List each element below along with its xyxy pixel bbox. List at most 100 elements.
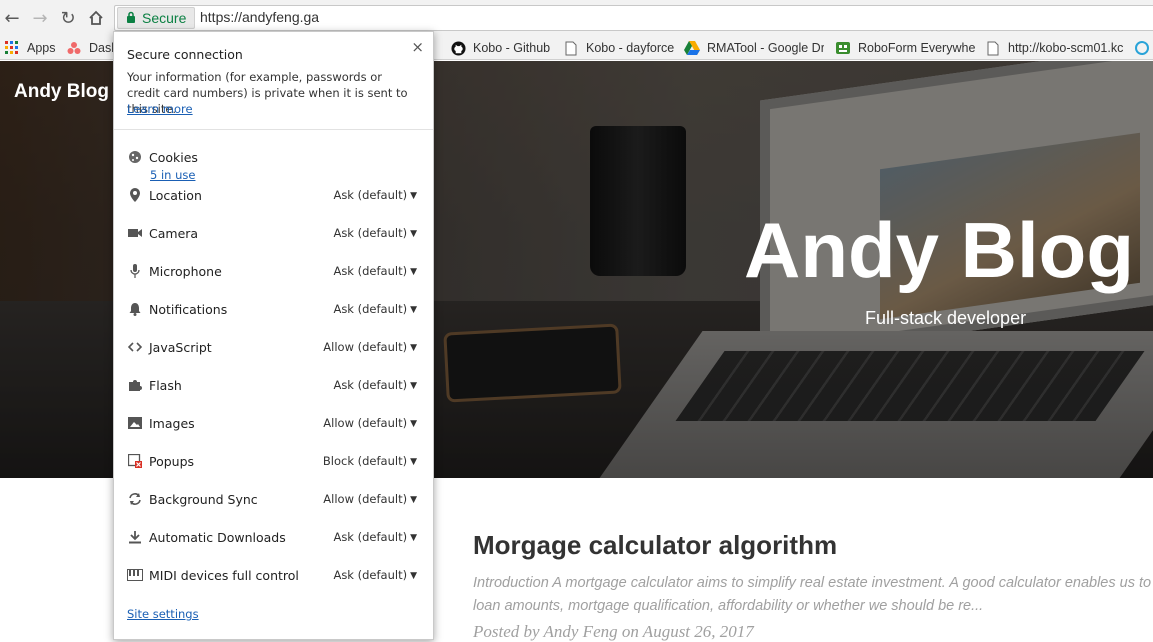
permission-select[interactable]: Ask (default) ▼ [333, 568, 417, 582]
permission-cookies: Cookies [127, 148, 417, 168]
cookie-icon [127, 149, 143, 165]
dropdown-caret-icon: ▼ [410, 571, 417, 581]
permission-label: Location [149, 188, 202, 203]
post-meta: Posted by Andy Feng on August 26, 2017 [473, 622, 754, 641]
google-drive-icon [684, 40, 700, 56]
asana-icon [66, 40, 82, 56]
permission-value: Ask (default) [333, 188, 408, 202]
puzzle-icon [127, 377, 143, 393]
permission-value: Ask (default) [333, 264, 408, 278]
dropdown-caret-icon: ▼ [410, 533, 417, 543]
permission-label: Notifications [149, 302, 228, 317]
bookmark-overflow[interactable] [1134, 39, 1152, 57]
permission-automatic-downloads: Automatic Downloads Ask (default) ▼ [127, 528, 417, 548]
permission-flash: Flash Ask (default) ▼ [127, 376, 417, 396]
cookies-in-use-link[interactable]: 5 in use [150, 168, 195, 182]
bookmark-label: Dash [89, 41, 114, 55]
permission-label: Background Sync [149, 492, 258, 507]
post-excerpt-line: Introduction A mortgage calculator aims … [473, 575, 1153, 591]
home-icon[interactable] [84, 6, 108, 30]
hero-title: Andy Blog [744, 206, 1134, 294]
permission-location: Location Ask (default) ▼ [127, 186, 417, 206]
permission-value: Ask (default) [333, 568, 408, 582]
reload-icon[interactable]: ↻ [56, 6, 80, 30]
permission-select[interactable]: Ask (default) ▼ [333, 188, 417, 202]
bookmark-kobo-dayforce[interactable]: Kobo - dayforce [563, 39, 674, 57]
bookmark-label: Apps [27, 41, 56, 55]
bookmark-kobo-github[interactable]: Kobo - Github [450, 39, 550, 57]
bookmark-roboform[interactable]: RoboForm Everywher [835, 39, 975, 57]
learn-more-link[interactable]: Learn more [127, 102, 193, 116]
microphone-icon [127, 263, 143, 279]
permission-label: MIDI devices full control [149, 568, 299, 583]
bookmark-label: RoboForm Everywher [858, 41, 975, 55]
page-icon [985, 40, 1001, 56]
post-excerpt: Introduction A mortgage calculator aims … [473, 572, 1153, 618]
bookmark-apps[interactable]: Apps [4, 39, 56, 57]
address-bar[interactable]: Secure https://andyfeng.ga [114, 5, 1153, 31]
permission-value: Ask (default) [333, 226, 408, 240]
hero-subtitle: Full-stack developer [865, 308, 1027, 328]
apps-grid-icon [4, 40, 20, 56]
permission-select[interactable]: Ask (default) ▼ [333, 264, 417, 278]
post-excerpt-line: loan amounts, mortgage qualification, af… [473, 598, 984, 614]
download-icon [127, 529, 143, 545]
close-icon[interactable]: × [411, 38, 424, 56]
github-icon [450, 40, 466, 56]
permission-select[interactable]: Ask (default) ▼ [333, 302, 417, 316]
permission-value: Ask (default) [333, 530, 408, 544]
forward-arrow-icon[interactable]: → [28, 6, 52, 30]
post-title[interactable]: Morgage calculator algorithm [473, 530, 837, 561]
permission-select[interactable]: Ask (default) ▼ [333, 530, 417, 544]
permission-label: JavaScript [149, 340, 212, 355]
bookmark-rmatool[interactable]: RMATool - Google Dr [684, 39, 824, 57]
bookmark-label: RMATool - Google Dr [707, 41, 824, 55]
permission-select[interactable]: Allow (default) ▼ [323, 492, 417, 506]
dropdown-caret-icon: ▼ [410, 495, 417, 505]
permission-label: Camera [149, 226, 199, 241]
permission-label: Cookies [149, 150, 198, 165]
permission-label: Images [149, 416, 195, 431]
permission-notifications: Notifications Ask (default) ▼ [127, 300, 417, 320]
permission-label: Automatic Downloads [149, 530, 286, 545]
permission-label: Popups [149, 454, 195, 469]
permission-select[interactable]: Allow (default) ▼ [323, 416, 417, 430]
camera-icon [127, 225, 143, 241]
bell-icon [127, 301, 143, 317]
permission-label: Microphone [149, 264, 222, 279]
location-pin-icon [127, 187, 143, 203]
site-brand[interactable]: Andy Blog [14, 81, 109, 103]
divider [114, 129, 433, 130]
image-icon [127, 415, 143, 431]
bookmark-kobo-scm[interactable]: http://kobo-scm01.kc [985, 39, 1125, 57]
site-settings-link[interactable]: Site settings [127, 607, 199, 621]
permission-javascript: JavaScript Allow (default) ▼ [127, 338, 417, 358]
popup-heading: Secure connection [127, 47, 243, 62]
permission-select[interactable]: Allow (default) ▼ [323, 340, 417, 354]
url-text[interactable]: https://andyfeng.ga [200, 9, 319, 25]
permission-value: Ask (default) [333, 378, 408, 392]
back-arrow-icon[interactable]: ← [0, 6, 24, 30]
permission-camera: Camera Ask (default) ▼ [127, 224, 417, 244]
dropdown-caret-icon: ▼ [410, 457, 417, 467]
permission-select[interactable]: Ask (default) ▼ [333, 378, 417, 392]
popup-blocked-icon [127, 453, 143, 469]
permission-value: Allow (default) [323, 416, 408, 430]
permission-popups: Popups Block (default) ▼ [127, 452, 417, 472]
permission-select[interactable]: Ask (default) ▼ [333, 226, 417, 240]
permission-images: Images Allow (default) ▼ [127, 414, 417, 434]
bookmark-dash[interactable]: Dash [66, 39, 114, 57]
bookmark-label: Kobo - Github [473, 41, 551, 55]
bookmark-label: Kobo - dayforce [586, 41, 675, 55]
secure-chip[interactable]: Secure [117, 7, 196, 29]
permission-select[interactable]: Block (default) ▼ [323, 454, 417, 468]
sync-icon [127, 491, 143, 507]
dropdown-caret-icon: ▼ [410, 343, 417, 353]
permission-microphone: Microphone Ask (default) ▼ [127, 262, 417, 282]
dropdown-caret-icon: ▼ [410, 267, 417, 277]
permission-value: Ask (default) [333, 302, 408, 316]
permission-value: Allow (default) [323, 340, 408, 354]
dropdown-caret-icon: ▼ [410, 381, 417, 391]
secure-label: Secure [142, 10, 187, 26]
roboform-icon [835, 40, 851, 56]
